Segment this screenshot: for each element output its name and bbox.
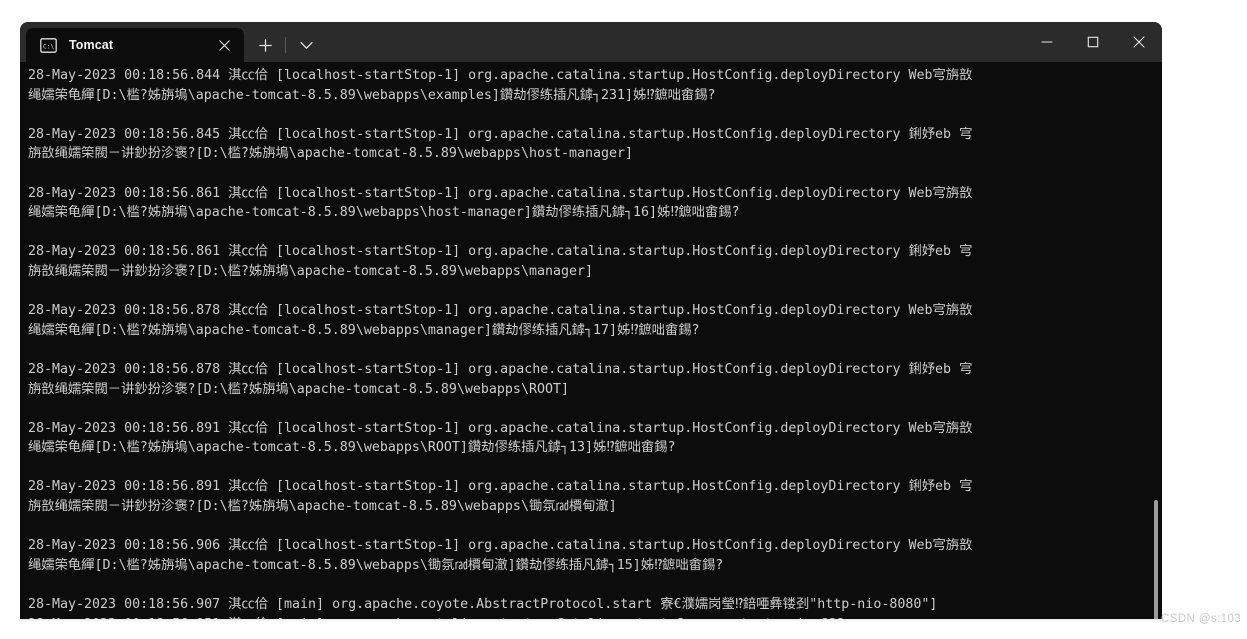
log-line: 28-May-2023 00:18:56.844 淇㏄佮 [localhost-… (28, 68, 973, 83)
log-entry: 28-May-2023 00:18:56.861 淇㏄佮 [localhost-… (28, 184, 1162, 223)
log-line: 28-May-2023 00:18:56.878 淇㏄佮 [localhost-… (28, 361, 973, 377)
log-line: 28-May-2023 00:18:56.845 淇㏄佮 [localhost-… (28, 126, 973, 142)
tab-strip: C:\ Tomcat (20, 22, 321, 62)
log-line: 旃敨绳嬬筞閥－讲鈔扮沴褒?[D:\槛?姊旃塢\apache-tomcat-8.5… (28, 263, 593, 279)
log-line: 旃敨绳嬬筞閥－讲鈔扮沴褒?[D:\槛?姊旃塢\apache-tomcat-8.5… (28, 499, 617, 515)
window-controls (1024, 22, 1162, 62)
titlebar-drag-region (321, 22, 1024, 62)
log-entry: 28-May-2023 00:18:56.891 淇㏄佮 [localhost-… (28, 419, 1162, 458)
log-line: 旃敨绳嬬筞閥－讲鈔扮沴褒?[D:\槛?姊旃塢\apache-tomcat-8.5… (28, 381, 569, 397)
scrollbar-thumb[interactable] (1154, 500, 1158, 619)
log-line: 28-May-2023 00:18:56.907 淇㏄佮 [main] org.… (28, 597, 938, 613)
log-line: 28-May-2023 00:18:56.906 淇㏄佮 [localhost-… (28, 538, 973, 554)
tab-tomcat[interactable]: C:\ Tomcat (26, 28, 244, 62)
log-line: 28-May-2023 00:18:56.861 淇㏄佮 [localhost-… (28, 244, 973, 260)
log-entry: 28-May-2023 00:18:56.844 淇㏄佮 [localhost-… (28, 66, 1162, 105)
terminal-cmd-icon: C:\ (40, 37, 57, 53)
log-entry: 28-May-2023 00:18:56.878 淇㏄佮 [localhost-… (28, 301, 1162, 340)
tab-title: Tomcat (69, 38, 114, 52)
terminal-window: C:\ Tomcat 28-May-2023 00:18:56.844 淇㏄佮 … (20, 22, 1162, 619)
log-line: 绳嬬筞龟繟[D:\槛?姊旃塢\apache-tomcat-8.5.89\weba… (28, 87, 716, 103)
log-line: 28-May-2023 00:18:56.861 淇㏄佮 [localhost-… (28, 185, 973, 201)
window-bottom-shadow (20, 619, 1162, 622)
log-line: 绳嬬筞龟繟[D:\槛?姊旃塢\apache-tomcat-8.5.89\weba… (28, 322, 700, 338)
log-entry: 28-May-2023 00:18:56.861 淇㏄佮 [localhost-… (28, 242, 1162, 281)
log-entry: 28-May-2023 00:18:56.891 淇㏄佮 [localhost-… (28, 477, 1162, 516)
csdn-watermark: CSDN @s:103 (1161, 613, 1241, 625)
maximize-button[interactable] (1070, 22, 1116, 62)
close-button[interactable] (1116, 22, 1162, 62)
log-entry: 28-May-2023 00:18:56.878 淇㏄佮 [localhost-… (28, 360, 1162, 399)
log-entry: 28-May-2023 00:18:56.906 淇㏄佮 [localhost-… (28, 536, 1162, 575)
toolbar-divider (285, 37, 286, 53)
screenshot-root: C:\ Tomcat 28-May-2023 00:18:56.844 淇㏄佮 … (0, 0, 1247, 639)
log-line: 绳嬬筞龟繟[D:\槛?姊旃塢\apache-tomcat-8.5.89\weba… (28, 205, 740, 221)
terminal-scrollbar[interactable] (1151, 102, 1159, 619)
terminal-text: 28-May-2023 00:18:56.844 淇㏄佮 [localhost-… (28, 66, 1162, 619)
log-line: 绳嬬筞龟繟[D:\槛?姊旃塢\apache-tomcat-8.5.89\weba… (28, 440, 676, 456)
terminal-output-pane[interactable]: 28-May-2023 00:18:56.844 淇㏄佮 [localhost-… (20, 62, 1162, 619)
log-line: 绳嬬筞龟繟[D:\槛?姊旃塢\apache-tomcat-8.5.89\weba… (28, 557, 724, 573)
tab-close-icon[interactable] (214, 35, 234, 55)
svg-text:C:\: C:\ (43, 43, 54, 50)
log-entry: 28-May-2023 00:18:56.907 淇㏄佮 [main] org.… (28, 595, 1162, 619)
title-bar: C:\ Tomcat (20, 22, 1162, 62)
chevron-down-icon[interactable] (291, 31, 321, 59)
log-line: 旃敨绳嬬筞閥－讲鈔扮沴褒?[D:\槛?姊旃塢\apache-tomcat-8.5… (28, 146, 634, 162)
minimize-button[interactable] (1024, 22, 1070, 62)
log-line: 28-May-2023 00:18:56.891 淇㏄佮 [localhost-… (28, 420, 973, 436)
log-line: 28-May-2023 00:18:56.891 淇㏄佮 [localhost-… (28, 479, 973, 495)
tab-actions (244, 28, 321, 62)
log-entry: 28-May-2023 00:18:56.845 淇㏄佮 [localhost-… (28, 125, 1162, 164)
new-tab-button[interactable] (250, 31, 280, 59)
log-line: 28-May-2023 00:18:56.878 淇㏄佮 [localhost-… (28, 303, 973, 319)
